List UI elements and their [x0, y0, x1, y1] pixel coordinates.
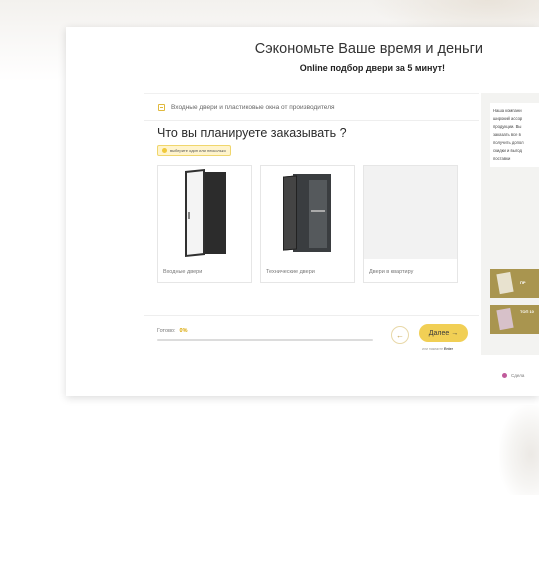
next-button[interactable]: Далее →	[419, 324, 468, 342]
sidebar-line: широкий ассор	[493, 116, 523, 121]
info-icon	[162, 148, 167, 153]
enter-hint-key: Enter	[444, 347, 453, 351]
option-apartment-doors[interactable]: Двери в квартиру	[363, 165, 458, 283]
enter-hint: или нажмите Enter	[422, 347, 453, 351]
progress-bar	[157, 339, 373, 341]
quiz-header: Входные двери и пластиковые окна от прои…	[144, 94, 479, 121]
enter-hint-prefix: или нажмите	[422, 347, 444, 351]
sidebar-line: скидки и выгод	[493, 148, 522, 153]
quiz-header-text: Входные двери и пластиковые окна от прои…	[171, 103, 335, 111]
background-vase-decoration	[499, 405, 539, 495]
hint-text: выберите один или несколько	[170, 148, 226, 153]
answer-options: Входные двери Технические двери Двери в …	[157, 165, 458, 283]
sidebar-link[interactable]: Сдела	[502, 373, 524, 378]
top10-card-label: ТОП 10	[520, 309, 534, 314]
sidebar-message: Наша компани широкий ассор продукции. Вы…	[490, 103, 539, 167]
option-label: Входные двери	[163, 269, 203, 275]
sidebar-line: поставки	[493, 156, 511, 161]
document-image	[496, 271, 514, 295]
document-image	[496, 307, 514, 331]
top10-card[interactable]: ТОП 10	[490, 305, 539, 334]
document-icon	[158, 103, 165, 111]
quiz-card: Сэкономьте Ваше время и деньги Online по…	[66, 27, 539, 396]
sidebar-line: получить допол	[493, 140, 524, 145]
back-button[interactable]: ←	[391, 326, 409, 344]
gift-icon	[502, 373, 507, 378]
bonus-card[interactable]: ПР	[490, 269, 539, 298]
option-label: Технические двери	[266, 269, 315, 275]
option-technical-doors[interactable]: Технические двери	[260, 165, 355, 283]
quiz-panel: Входные двери и пластиковые окна от прои…	[144, 93, 479, 355]
card-subtitle: Online подбор двери за 5 минут!	[299, 63, 445, 73]
sidebar-line: заказать все в	[493, 132, 521, 137]
hint-badge: выберите один или несколько	[157, 145, 231, 156]
entrance-door-image	[158, 166, 251, 259]
arrow-left-icon: ←	[396, 330, 404, 340]
option-label: Двери в квартиру	[369, 269, 414, 275]
image-placeholder	[364, 166, 457, 259]
quiz-footer: Готово: 0% ← Далее → или нажмите Enter	[144, 315, 479, 356]
card-title: Сэкономьте Ваше время и деньги	[254, 41, 483, 57]
progress-label: Готово: 0%	[157, 328, 187, 334]
sidebar-link-label: Сдела	[511, 373, 525, 378]
progress-label-text: Готово:	[157, 328, 176, 334]
sidebar-line: продукции. Вы	[493, 124, 522, 129]
bonus-card-label: ПР	[520, 280, 526, 285]
technical-door-image	[261, 166, 354, 259]
progress-percent: 0%	[179, 328, 188, 334]
sidebar-line: Наша компани	[493, 108, 522, 113]
quiz-question: Что вы планируете заказывать ?	[157, 126, 347, 140]
consultant-sidebar: Наша компани широкий ассор продукции. Вы…	[481, 93, 539, 378]
option-entrance-doors[interactable]: Входные двери	[157, 165, 252, 283]
